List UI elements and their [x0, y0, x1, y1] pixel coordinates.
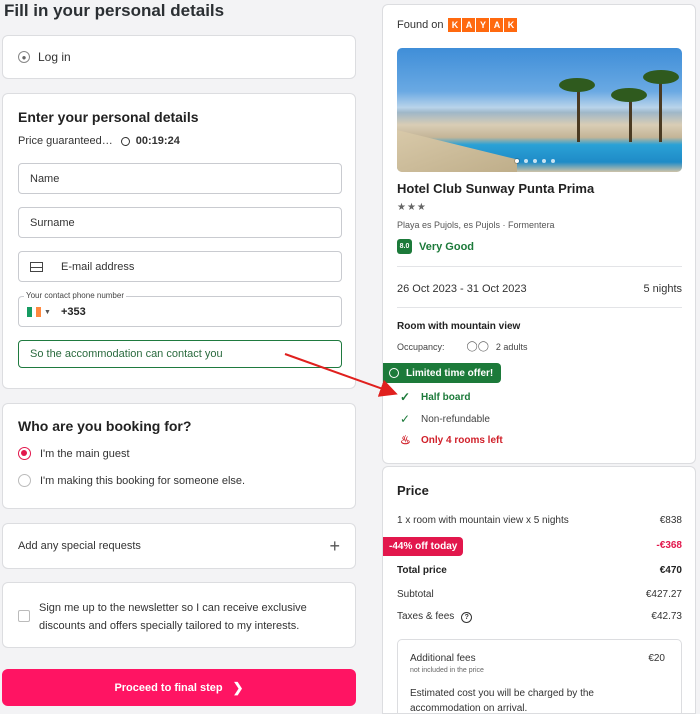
room-price-line: 1 x room with mountain view x 5 nights €…: [397, 515, 682, 526]
price-title: Price: [397, 483, 429, 498]
clock-icon: [389, 368, 399, 378]
special-requests-label: Add any special requests: [18, 540, 141, 552]
flame-icon: ♨: [400, 433, 411, 447]
name-field[interactable]: Name: [18, 163, 342, 194]
pool-deck: [397, 130, 517, 172]
found-on: Found on KAYAK: [397, 18, 518, 32]
newsletter-text: Sign me up to the newsletter so I can re…: [39, 602, 307, 632]
hotel-name: Hotel Club Sunway Punta Prima: [397, 181, 595, 196]
nights-count: 5 nights: [643, 283, 682, 295]
subtotal-line: Subtotal €427.27: [397, 589, 682, 600]
stay-dates: 26 Oct 2023 - 31 Oct 2023 5 nights: [397, 283, 682, 295]
additional-fees-box: Additional fees €20 not included in the …: [397, 639, 682, 714]
score-label: Very Good: [419, 240, 475, 253]
price-card: Price 1 x room with mountain view x 5 ni…: [382, 466, 696, 714]
email-field[interactable]: E-mail address: [18, 251, 342, 282]
someone-else-option[interactable]: I'm making this booking for someone else…: [18, 474, 245, 487]
price-guarantee: Price guaranteed… 00:19:24: [18, 135, 180, 147]
occupancy-label: Occupancy:: [397, 341, 445, 352]
name-placeholder: Name: [30, 172, 60, 185]
proceed-label: Proceed to final step: [114, 681, 223, 694]
occupancy: Occupancy: ◯◯ 2 adults: [397, 341, 527, 352]
chevron-right-icon: ❯: [232, 679, 244, 695]
help-icon[interactable]: ?: [461, 612, 473, 623]
checkout-page: Fill in your personal details ● Log in E…: [0, 0, 700, 714]
main-guest-option[interactable]: I'm the main guest: [18, 447, 130, 460]
special-requests-toggle[interactable]: Add any special requests +: [2, 523, 356, 569]
discount-line: -€368: [656, 540, 682, 551]
booking-for-card: Who are you booking for? I'm the main gu…: [2, 403, 356, 509]
proceed-button[interactable]: Proceed to final step ❯: [2, 669, 356, 706]
total-line: Total price €470: [397, 565, 682, 576]
taxes-line: Taxes & fees? €42.73: [397, 611, 682, 623]
user-icon: ●: [18, 51, 30, 63]
check-icon: ✓: [400, 390, 411, 404]
surname-placeholder: Surname: [30, 216, 75, 229]
contact-note: So the accommodation can contact you: [18, 340, 342, 368]
perk-non-refundable: ✓ Non-refundable: [400, 412, 490, 426]
newsletter-card: Sign me up to the newsletter so I can re…: [2, 582, 356, 648]
radio-selected[interactable]: [18, 447, 31, 460]
mail-icon: [30, 261, 43, 272]
divider: [397, 266, 682, 267]
check-icon: ✓: [400, 412, 411, 426]
countdown-timer: 00:19:24: [135, 135, 180, 147]
personal-details-title: Enter your personal details: [18, 109, 199, 125]
room-type: Room with mountain view: [397, 321, 521, 332]
perk-rooms-left: ♨ Only 4 rooms left: [400, 433, 503, 447]
login-label: Log in: [38, 50, 71, 64]
surname-field[interactable]: Surname: [18, 207, 342, 238]
plus-icon[interactable]: +: [329, 536, 340, 557]
phone-code: +353: [60, 306, 86, 318]
date-range: 26 Oct 2023 - 31 Oct 2023: [397, 283, 527, 295]
clock-icon: [120, 136, 130, 146]
perk-half-board: ✓ Half board: [400, 390, 471, 404]
chevron-down-icon[interactable]: ▼: [44, 309, 51, 316]
divider: [397, 307, 682, 308]
someone-else-label: I'm making this booking for someone else…: [40, 474, 246, 487]
found-on-label: Found on: [397, 19, 444, 31]
ireland-flag-icon[interactable]: [27, 307, 42, 317]
booking-for-title: Who are you booking for?: [18, 418, 192, 434]
score-badge: 8.0: [397, 239, 412, 254]
review-score: 8.0 Very Good: [397, 239, 474, 254]
login-button[interactable]: ● Log in: [2, 35, 356, 79]
hotel-photo[interactable]: [397, 48, 682, 172]
kayak-logo: KAYAK: [448, 18, 518, 32]
hotel-summary-card: Found on KAYAK Hotel Club Sunway Punta P…: [382, 4, 696, 464]
star-rating: ★★★: [397, 202, 427, 213]
limited-offer-label: Limited time offer!: [406, 367, 494, 379]
newsletter-checkbox[interactable]: [18, 610, 30, 622]
people-icon: ◯◯: [466, 341, 489, 352]
email-placeholder: E-mail address: [61, 260, 135, 273]
radio-unselected[interactable]: [18, 474, 31, 487]
phone-legend: Your contact phone number: [24, 291, 126, 300]
main-guest-label: I'm the main guest: [40, 447, 130, 460]
personal-details-card: Enter your personal details Price guaran…: [2, 93, 356, 389]
price-guarantee-label: Price guaranteed…: [18, 135, 113, 147]
occupancy-value: 2 adults: [495, 341, 528, 352]
limited-offer-badge: Limited time offer!: [383, 363, 502, 383]
hotel-location: Playa es Pujols, es Pujols · Formentera: [397, 220, 555, 230]
phone-field[interactable]: Your contact phone number ▼ +353: [18, 291, 342, 327]
carousel-dots[interactable]: [515, 159, 555, 163]
page-title: Fill in your personal details: [4, 1, 225, 20]
